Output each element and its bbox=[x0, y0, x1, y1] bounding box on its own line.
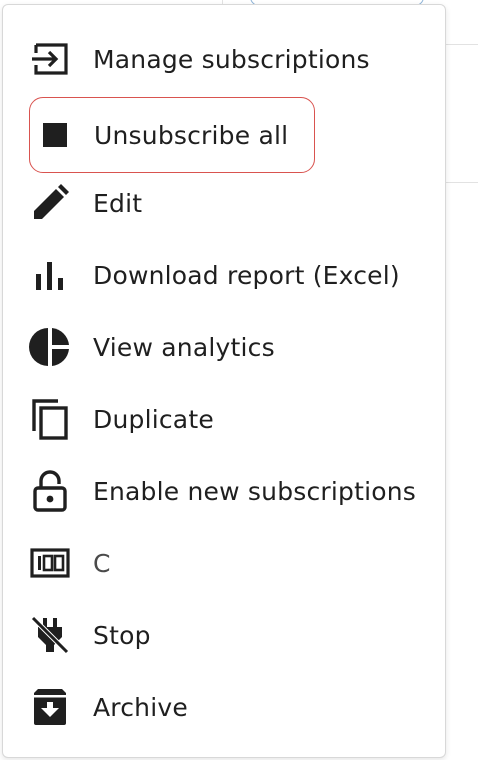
menu-item-duplicate[interactable]: Duplicate bbox=[29, 391, 409, 447]
actions-dropdown-menu: Manage subscriptions Unsubscribe all Edi… bbox=[2, 4, 446, 758]
menu-item-download-report[interactable]: Download report (Excel) bbox=[29, 247, 409, 303]
bar-chart-icon bbox=[29, 254, 71, 296]
background-row-divider bbox=[446, 182, 478, 183]
menu-item-stop[interactable]: Stop bbox=[29, 607, 409, 663]
menu-item-label: Manage subscriptions bbox=[93, 44, 370, 74]
menu-item-label: C bbox=[93, 548, 111, 578]
menu-item-view-analytics[interactable]: View analytics bbox=[29, 319, 409, 375]
archive-icon bbox=[29, 686, 71, 728]
stop-square-icon bbox=[34, 114, 76, 156]
power-off-icon bbox=[29, 614, 71, 656]
menu-item-label: View analytics bbox=[93, 332, 275, 362]
menu-item-label: Duplicate bbox=[93, 404, 214, 434]
menu-item-label: Archive bbox=[93, 692, 188, 722]
menu-item-obscured[interactable]: C bbox=[29, 535, 409, 591]
menu-item-archive[interactable]: Archive bbox=[29, 679, 409, 735]
menu-item-manage-subscriptions[interactable]: Manage subscriptions bbox=[29, 31, 409, 87]
background-row-divider bbox=[446, 44, 478, 45]
menu-item-label: Download report (Excel) bbox=[93, 260, 400, 290]
menu-item-label: Unsubscribe all bbox=[94, 120, 289, 150]
menu-item-label: Edit bbox=[93, 188, 143, 218]
lock-open-icon bbox=[29, 470, 71, 512]
menu-item-label: Enable new subscriptions bbox=[93, 476, 417, 506]
copy-icon bbox=[29, 398, 71, 440]
pie-chart-icon bbox=[29, 326, 71, 368]
menu-item-label: Stop bbox=[93, 620, 151, 650]
sign-in-icon bbox=[29, 38, 71, 80]
counter-100-icon bbox=[29, 542, 71, 584]
menu-item-enable-new-subscriptions[interactable]: Enable new subscriptions bbox=[29, 463, 416, 519]
menu-item-unsubscribe-all[interactable]: Unsubscribe all bbox=[29, 97, 315, 173]
pencil-icon bbox=[29, 182, 71, 224]
menu-item-edit[interactable]: Edit bbox=[29, 175, 409, 231]
